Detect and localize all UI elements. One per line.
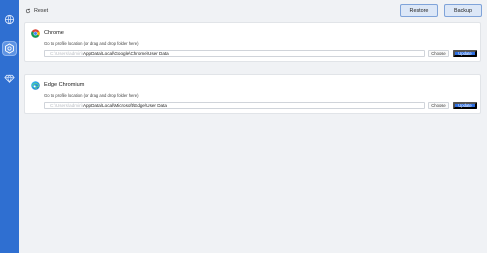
browser-name: Edge Chromium: [44, 82, 85, 88]
reset-button[interactable]: Reset: [25, 7, 48, 15]
path-prefix: C:\Users\admin\: [50, 103, 83, 108]
profile-location-hint: Go to profile location (or drag and drop…: [44, 41, 139, 46]
sidebar-item-globe[interactable]: [2, 12, 17, 27]
edge-icon: [31, 81, 40, 90]
sidebar: [0, 0, 19, 253]
diamond-icon: [4, 74, 15, 84]
browser-card-edge: Edge Chromium Go to profile location (or…: [24, 74, 481, 114]
profile-path-field[interactable]: C:\Users\admin\ AppData\Local\Google\Chro…: [44, 50, 425, 57]
profile-location-hint: Go to profile location (or drag and drop…: [44, 93, 139, 98]
reset-icon: [25, 8, 31, 14]
choose-button[interactable]: Choose: [428, 50, 449, 57]
browser-name: Chrome: [44, 30, 64, 36]
browser-card-chrome: Chrome Go to profile location (or drag a…: [24, 22, 481, 62]
globe-icon: [4, 14, 15, 25]
chrome-icon: [31, 29, 40, 38]
sidebar-item-profiles[interactable]: [2, 41, 17, 56]
backup-button[interactable]: Backup: [444, 4, 482, 17]
update-button[interactable]: Update: [453, 50, 477, 57]
choose-button[interactable]: Choose: [428, 102, 449, 109]
path-text: AppData\Local\Microsoft\Edge\User Data: [82, 103, 167, 108]
hexagon-icon: [5, 43, 14, 54]
restore-button[interactable]: Restore: [400, 4, 438, 17]
path-prefix: C:\Users\admin\: [50, 51, 83, 56]
path-text: AppData\Local\Google\Chrome\User Data: [82, 51, 169, 56]
profile-path-field[interactable]: C:\Users\admin\ AppData\Local\Microsoft\E…: [44, 102, 425, 109]
sidebar-item-diamond[interactable]: [2, 71, 17, 86]
update-button[interactable]: Update: [453, 102, 477, 109]
main-panel: Reset Restore Backup Chrome Go to profil…: [19, 0, 487, 253]
reset-label: Reset: [34, 8, 49, 14]
